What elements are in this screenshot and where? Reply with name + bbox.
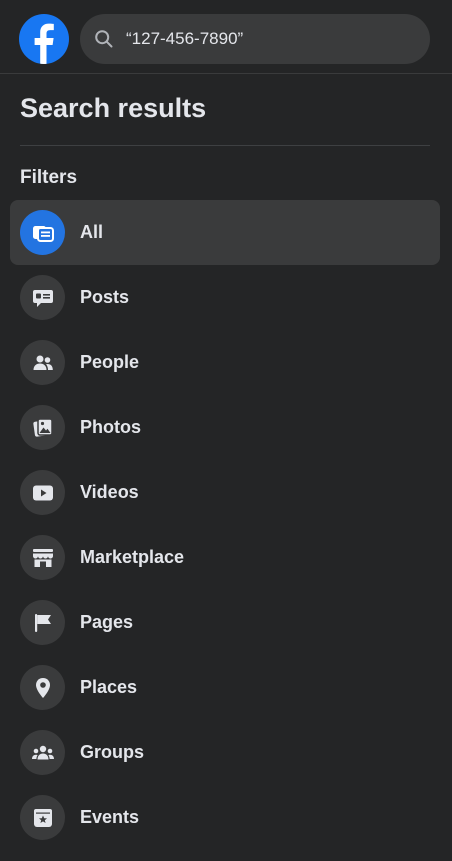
- search-bar[interactable]: [80, 14, 430, 64]
- filters-heading: Filters: [20, 167, 78, 188]
- places-icon: [20, 665, 65, 710]
- filter-item-groups[interactable]: Groups: [10, 720, 440, 785]
- top-bar: [0, 0, 452, 74]
- marketplace-icon: [20, 535, 65, 580]
- posts-icon: [20, 275, 65, 320]
- filter-item-photos[interactable]: Photos: [10, 395, 440, 460]
- divider: [20, 145, 430, 146]
- filter-label: Posts: [80, 287, 130, 307]
- filter-item-marketplace[interactable]: Marketplace: [10, 525, 440, 590]
- facebook-logo-icon[interactable]: [19, 14, 69, 64]
- filter-item-posts[interactable]: Posts: [10, 265, 440, 330]
- search-input[interactable]: [126, 14, 416, 64]
- filter-label: Events: [80, 807, 140, 827]
- videos-icon: [20, 470, 65, 515]
- filter-label: Photos: [80, 417, 141, 437]
- filter-label: Places: [80, 677, 138, 697]
- filter-item-people[interactable]: People: [10, 330, 440, 395]
- filter-label: Videos: [80, 482, 139, 502]
- events-icon: [20, 795, 65, 840]
- filter-item-events[interactable]: Events: [10, 785, 440, 850]
- filter-label: Groups: [80, 742, 145, 762]
- all-results-icon: [20, 210, 65, 255]
- filter-item-places[interactable]: Places: [10, 655, 440, 720]
- filter-item-all[interactable]: All: [10, 200, 440, 265]
- filter-item-videos[interactable]: Videos: [10, 460, 440, 525]
- pages-icon: [20, 600, 65, 645]
- photos-icon: [20, 405, 65, 450]
- people-icon: [20, 340, 65, 385]
- search-icon: [94, 29, 114, 49]
- groups-icon: [20, 730, 65, 775]
- filter-item-pages[interactable]: Pages: [10, 590, 440, 655]
- filter-label: People: [80, 352, 140, 372]
- page-title: Search results: [20, 93, 207, 123]
- filter-label: Pages: [80, 612, 134, 632]
- filter-label: All: [80, 222, 104, 242]
- filter-list: All Posts People Photos Videos Marketpla…: [10, 200, 440, 850]
- filter-label: Marketplace: [80, 547, 185, 567]
